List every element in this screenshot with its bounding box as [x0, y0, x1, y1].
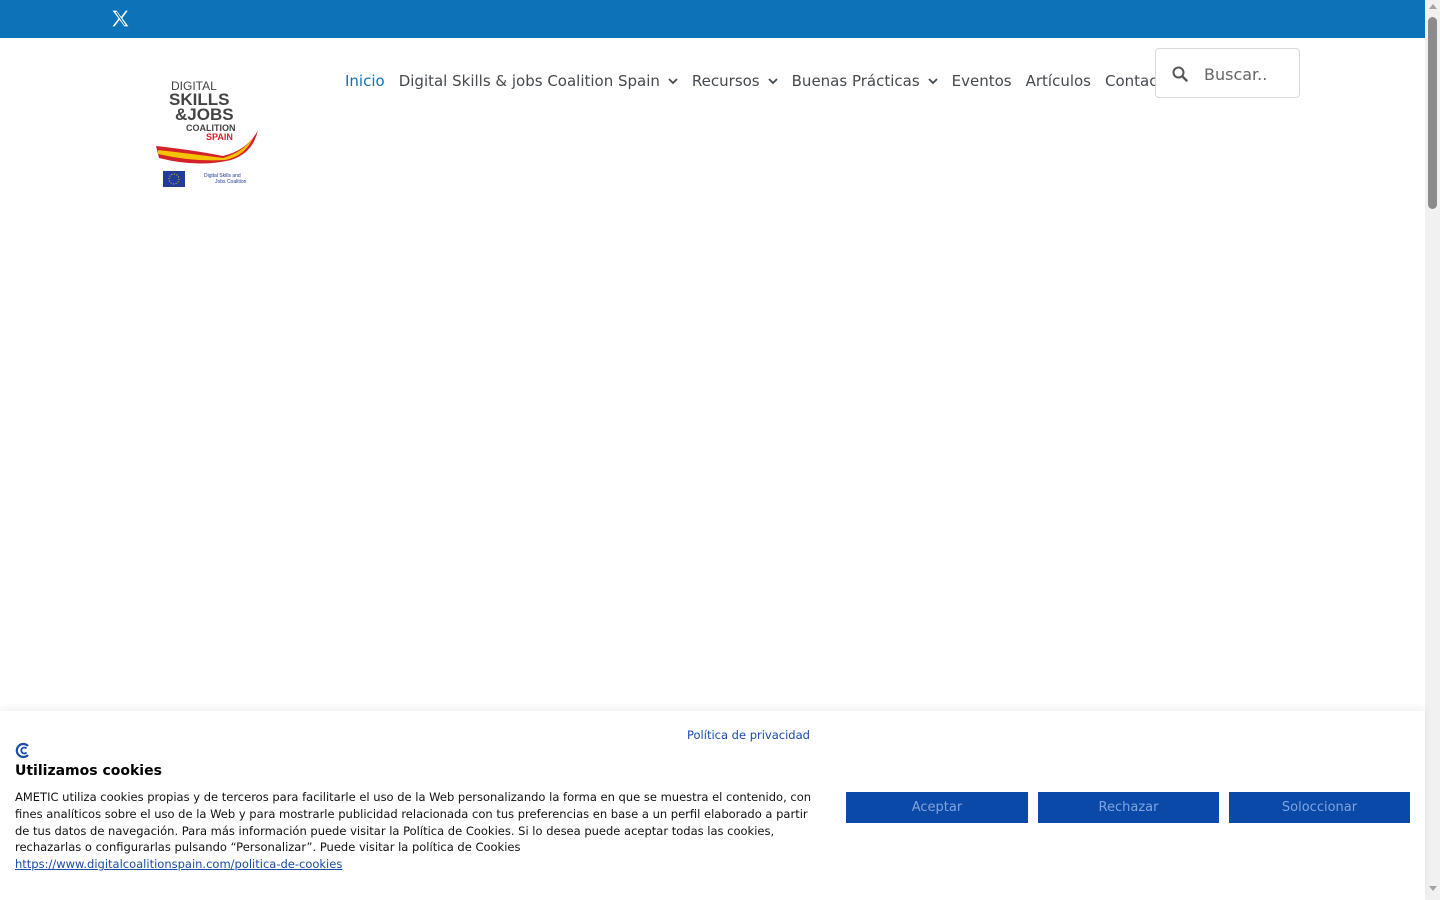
search-box — [1155, 48, 1300, 98]
nav-item-coalition[interactable]: Digital Skills & jobs Coalition Spain — [399, 72, 678, 90]
top-bar — [0, 0, 1425, 38]
privacy-policy-link[interactable]: Política de privacidad — [687, 728, 810, 742]
chevron-down-icon — [768, 78, 778, 85]
reject-button[interactable]: Rechazar — [1038, 792, 1219, 823]
eu-caption-2: Jobs Coalition — [215, 179, 247, 185]
nav-item-inicio[interactable]: Inicio — [345, 72, 385, 90]
chevron-down-icon — [668, 78, 678, 85]
cookie-banner: Política de privacidad Utilizamos cookie… — [0, 711, 1425, 900]
search-icon[interactable] — [1172, 66, 1188, 82]
scroll-down-arrow-icon[interactable] — [1429, 886, 1437, 891]
logo-line-5: SPAIN — [206, 132, 233, 142]
nav-item-articulos[interactable]: Artículos — [1026, 72, 1091, 90]
cookie-text-body: AMETIC utiliza cookies propias y de terc… — [15, 790, 812, 855]
logo-line-3: &JOBS — [175, 105, 234, 124]
scrollbar[interactable] — [1425, 0, 1440, 900]
chevron-down-icon — [928, 78, 938, 85]
cookie-policy-link[interactable]: https://www.digitalcoalitionspain.com/po… — [15, 856, 820, 873]
nav-label: Recursos — [691, 72, 760, 90]
main-nav: Inicio Digital Skills & jobs Coalition S… — [345, 69, 1187, 93]
cookie-consent-logo-icon — [15, 742, 29, 759]
nav-label: Buenas Prácticas — [791, 72, 920, 90]
nav-label: Inicio — [345, 72, 385, 90]
select-button[interactable]: Soloccionar — [1229, 792, 1410, 823]
site-logo[interactable]: DIGITAL SKILLS &JOBS COALITION SPAIN Dig… — [153, 78, 263, 193]
scroll-up-arrow-icon[interactable] — [1429, 4, 1437, 9]
nav-label: Artículos — [1025, 72, 1091, 90]
nav-label: Digital Skills & jobs Coalition Spain — [398, 72, 660, 90]
nav-label: Eventos — [951, 72, 1012, 90]
accept-button[interactable]: Aceptar — [846, 792, 1028, 823]
cookie-title: Utilizamos cookies — [15, 763, 162, 779]
nav-item-recursos[interactable]: Recursos — [692, 72, 778, 90]
nav-item-eventos[interactable]: Eventos — [952, 72, 1012, 90]
eu-flag-icon — [163, 171, 185, 187]
scrollbar-thumb[interactable] — [1428, 17, 1437, 209]
cookie-description: AMETIC utiliza cookies propias y de terc… — [15, 789, 820, 873]
search-input[interactable] — [1204, 61, 1294, 87]
nav-item-buenas-practicas[interactable]: Buenas Prácticas — [792, 72, 938, 90]
x-twitter-icon[interactable] — [111, 9, 130, 28]
